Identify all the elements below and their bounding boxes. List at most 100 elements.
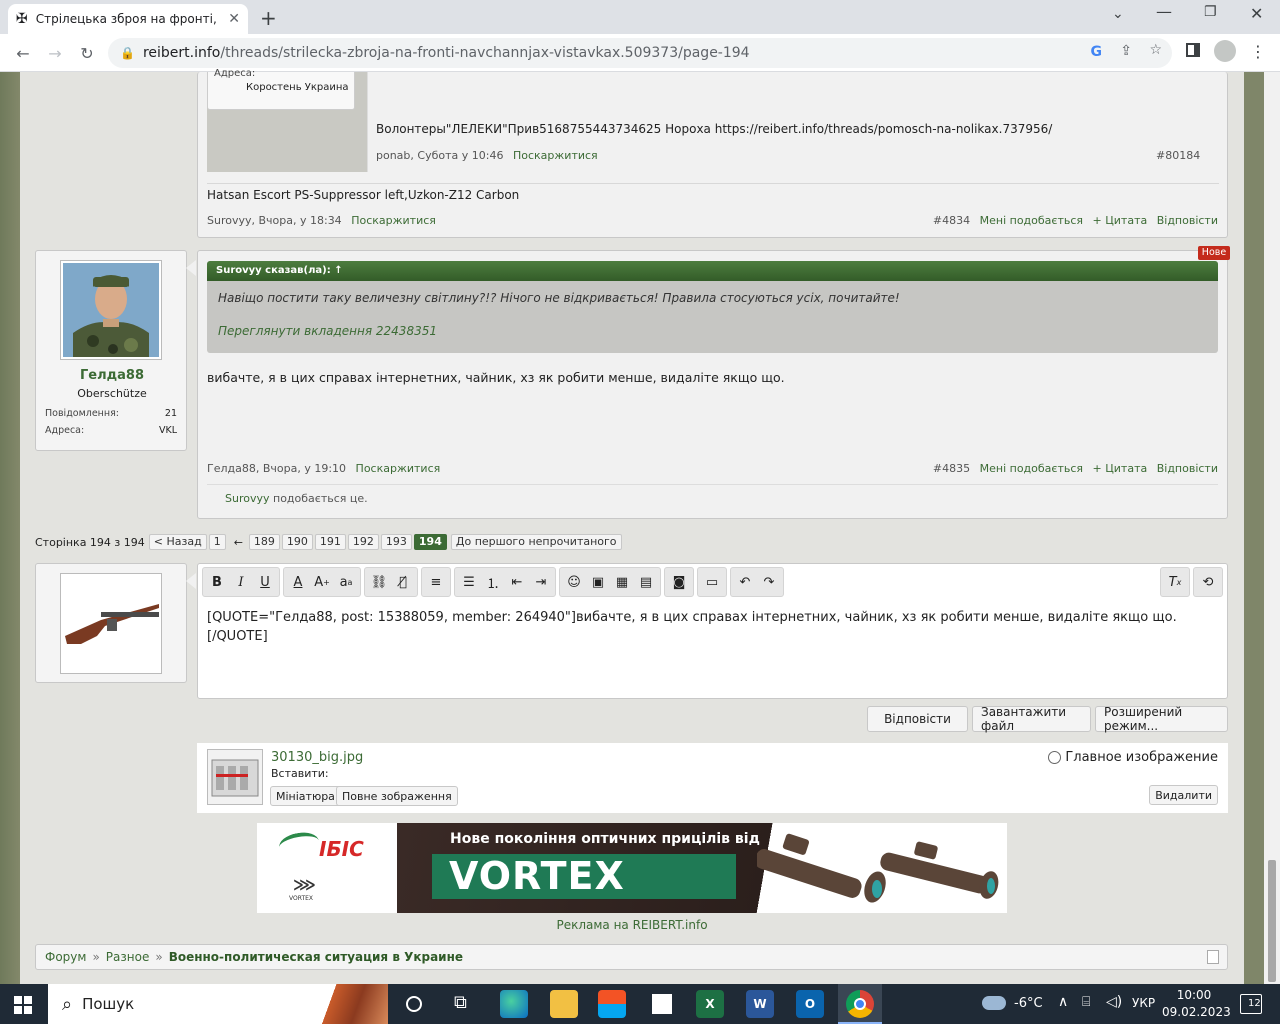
reply-link[interactable]: Відповісти xyxy=(1157,214,1218,227)
file-explorer-icon[interactable] xyxy=(550,990,578,1018)
google-icon[interactable]: G xyxy=(1091,44,1103,60)
main-image-radio[interactable] xyxy=(1048,751,1062,764)
browser-tab[interactable]: ✠ Стрілецька зброя на фронті, нав ✕ xyxy=(8,4,248,34)
close-tab-icon[interactable]: ✕ xyxy=(228,11,240,27)
toggle-bbcode-icon[interactable]: ⟲ xyxy=(1196,570,1220,594)
language-indicator[interactable]: УКР xyxy=(1132,996,1155,1010)
post-number[interactable]: #4835 xyxy=(933,462,970,475)
font-family-icon[interactable]: aa xyxy=(334,570,358,594)
cortana-icon[interactable] xyxy=(406,996,422,1012)
quote-header-text[interactable]: Surovyy сказав(ла): ↑ xyxy=(216,265,343,276)
tab-search-icon[interactable]: ⌄ xyxy=(1112,6,1124,22)
prev-page-button[interactable]: < Назад xyxy=(148,534,207,550)
editor-textarea[interactable]: [QUOTE="Гелда88, post: 15388059, member:… xyxy=(207,608,1219,646)
italic-icon[interactable]: I xyxy=(229,570,253,594)
url-field[interactable]: 🔒 reibert.info/threads/strilecka-zbroja-… xyxy=(108,38,1172,68)
weather-icon[interactable] xyxy=(982,996,1006,1010)
insert-thumbnail-button[interactable]: Мініатюра xyxy=(270,786,341,806)
side-panel-icon[interactable] xyxy=(1186,43,1200,57)
store-icon[interactable] xyxy=(598,990,626,1018)
clock-date[interactable]: 09.02.2023 xyxy=(1162,1005,1231,1019)
link-icon[interactable]: ⛓ xyxy=(367,570,391,594)
font-size-icon[interactable]: A + xyxy=(310,570,334,594)
close-window-button[interactable]: ✕ xyxy=(1250,4,1263,23)
word-icon[interactable]: W xyxy=(746,990,774,1018)
breadcrumb-forum[interactable]: Форум xyxy=(45,950,86,964)
new-tab-button[interactable]: + xyxy=(260,6,277,30)
profile-avatar-icon[interactable] xyxy=(1214,40,1236,62)
delete-attachment-button[interactable]: Видалити xyxy=(1149,785,1218,805)
quote-block-icon[interactable]: ▤ xyxy=(634,570,658,594)
font-color-icon[interactable]: A xyxy=(286,570,310,594)
quote-link[interactable]: + Цитата xyxy=(1093,214,1148,227)
page-button[interactable]: 193 xyxy=(380,534,412,550)
like-link[interactable]: Мені подобається xyxy=(980,214,1083,227)
media-icon[interactable]: ▦ xyxy=(610,570,634,594)
indent-icon[interactable]: ⇥ xyxy=(529,570,553,594)
breadcrumb-misc[interactable]: Разное xyxy=(106,950,150,964)
report-link[interactable]: Поскаржитися xyxy=(351,214,436,227)
attachment-thumbnail[interactable] xyxy=(207,749,263,805)
username[interactable]: Гелда88 xyxy=(36,368,188,383)
advanced-mode-button[interactable]: Розширений режим... xyxy=(1095,705,1228,733)
underline-icon[interactable]: U xyxy=(253,570,277,594)
save-draft-icon[interactable]: ▭ xyxy=(700,570,724,594)
ad-caption[interactable]: Реклама на REIBERT.info xyxy=(0,918,1264,932)
bullet-list-icon[interactable]: ☰ xyxy=(457,570,481,594)
quoted-post-number[interactable]: #80184 xyxy=(1156,149,1200,162)
breadcrumb-current[interactable]: Военно-политическая ситуация в Украине xyxy=(169,950,463,964)
like-link[interactable]: Мені подобається xyxy=(980,462,1083,475)
insert-full-image-button[interactable]: Повне зображення xyxy=(336,786,458,806)
maximize-button[interactable]: ❐ xyxy=(1204,4,1217,20)
numbered-list-icon[interactable]: ⒈ xyxy=(481,570,505,594)
tray-chevron-icon[interactable]: ∧ xyxy=(1058,994,1068,1010)
ad-banner[interactable]: ІБІС ⋙ VORTEX Нове покоління оптичних пр… xyxy=(257,823,1007,913)
image-icon[interactable]: ▣ xyxy=(586,570,610,594)
back-icon[interactable]: ← xyxy=(12,42,34,64)
rss-icon[interactable] xyxy=(1207,950,1219,964)
reload-icon[interactable]: ↻ xyxy=(76,42,98,64)
minimize-button[interactable]: — xyxy=(1156,2,1172,21)
page-button[interactable]: 192 xyxy=(347,534,379,550)
current-page-button[interactable]: 194 xyxy=(413,534,447,550)
outlook-icon[interactable]: O xyxy=(796,990,824,1018)
submit-reply-button[interactable]: Відповісти xyxy=(867,706,968,732)
remove-format-icon[interactable]: Tx xyxy=(1163,570,1187,594)
smilie-icon[interactable]: ☺ xyxy=(562,570,586,594)
edge-icon[interactable] xyxy=(500,990,528,1018)
reply-link[interactable]: Відповісти xyxy=(1157,462,1218,475)
network-icon[interactable]: ⌸ xyxy=(1082,994,1090,1010)
bookmark-star-icon[interactable]: ☆ xyxy=(1149,42,1162,58)
quote-link[interactable]: + Цитата xyxy=(1093,462,1148,475)
page-button[interactable]: 191 xyxy=(314,534,346,550)
weather-temp[interactable]: -6°C xyxy=(1014,996,1043,1011)
page-scrollbar[interactable] xyxy=(1264,72,1280,984)
task-view-icon[interactable]: ⧉ xyxy=(454,992,467,1013)
reply-avatar[interactable] xyxy=(60,573,162,674)
attachment-filename[interactable]: 30130_big.jpg xyxy=(271,750,363,765)
user-avatar[interactable] xyxy=(60,260,162,360)
page-1-button[interactable]: 1 xyxy=(208,534,226,550)
liked-user-link[interactable]: Surovyy xyxy=(225,492,270,505)
page-jump-icon[interactable]: ← xyxy=(234,536,243,549)
clock-time[interactable]: 10:00 xyxy=(1166,988,1222,1002)
outdent-icon[interactable]: ⇤ xyxy=(505,570,529,594)
quote-attachment-link[interactable]: Переглянути вкладення 22438351 xyxy=(218,324,437,338)
share-icon[interactable]: ⇪ xyxy=(1120,43,1132,59)
volume-icon[interactable]: ◁) xyxy=(1106,994,1122,1010)
main-image-option[interactable]: Главное изображение xyxy=(1048,750,1218,765)
upload-file-button[interactable]: Завантажити файл xyxy=(972,705,1091,733)
camera-icon[interactable]: ◙ xyxy=(667,570,691,594)
align-icon[interactable]: ≡ xyxy=(424,570,448,594)
page-button[interactable]: 189 xyxy=(248,534,280,550)
chrome-icon[interactable] xyxy=(838,984,882,1024)
mail-icon[interactable] xyxy=(648,990,676,1018)
quoted-report-link[interactable]: Поскаржитися xyxy=(513,149,598,162)
excel-icon[interactable]: X xyxy=(696,990,724,1018)
bold-icon[interactable]: B xyxy=(205,570,229,594)
first-unread-button[interactable]: До першого непрочитаного xyxy=(450,534,622,550)
post-number[interactable]: #4834 xyxy=(933,214,970,227)
menu-dots-icon[interactable]: ⋮ xyxy=(1250,42,1266,61)
redo-icon[interactable]: ↷ xyxy=(757,570,781,594)
start-icon[interactable] xyxy=(14,996,32,1014)
